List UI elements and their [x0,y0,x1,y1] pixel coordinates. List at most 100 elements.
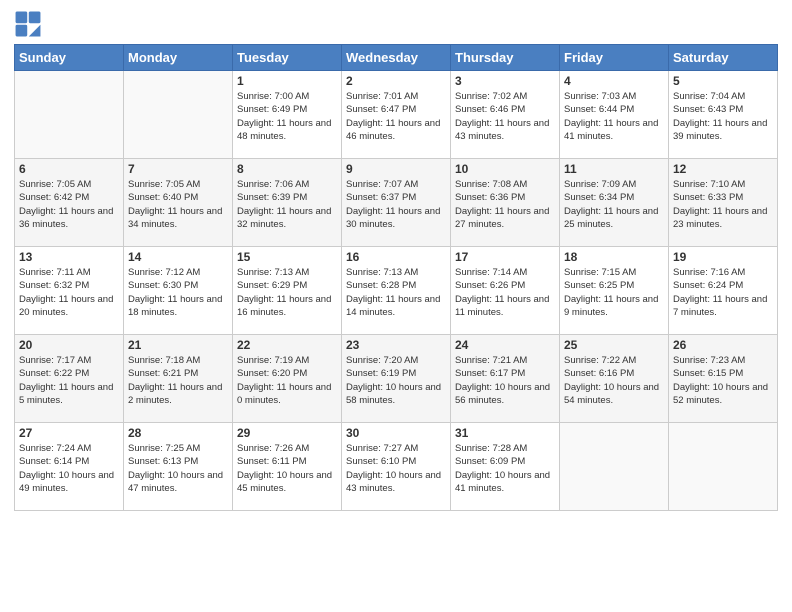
day-number: 1 [237,74,337,88]
day-info: Sunrise: 7:13 AM Sunset: 6:29 PM Dayligh… [237,266,337,319]
day-cell: 21Sunrise: 7:18 AM Sunset: 6:21 PM Dayli… [124,335,233,423]
day-info: Sunrise: 7:22 AM Sunset: 6:16 PM Dayligh… [564,354,664,407]
day-info: Sunrise: 7:26 AM Sunset: 6:11 PM Dayligh… [237,442,337,495]
day-number: 17 [455,250,555,264]
calendar-body: 1 Sunrise: 7:00 AM Sunset: 6:49 PM Daylig… [15,71,778,511]
day-number: 16 [346,250,446,264]
day-cell [669,423,778,511]
day-cell: 29Sunrise: 7:26 AM Sunset: 6:11 PM Dayli… [233,423,342,511]
day-info: Sunrise: 7:21 AM Sunset: 6:17 PM Dayligh… [455,354,555,407]
day-info: Sunrise: 7:05 AM Sunset: 6:42 PM Dayligh… [19,178,119,231]
day-info: Sunrise: 7:05 AM Sunset: 6:40 PM Dayligh… [128,178,228,231]
day-info: Sunrise: 7:11 AM Sunset: 6:32 PM Dayligh… [19,266,119,319]
day-number: 25 [564,338,664,352]
week-row-4: 20 Sunrise: 7:17 AM Sunset: 6:22 PM Dayli… [15,335,778,423]
day-cell: 23Sunrise: 7:20 AM Sunset: 6:19 PM Dayli… [342,335,451,423]
weekday-saturday: Saturday [669,45,778,71]
day-cell: 8Sunrise: 7:06 AM Sunset: 6:39 PM Daylig… [233,159,342,247]
day-number: 5 [673,74,773,88]
weekday-monday: Monday [124,45,233,71]
weekday-tuesday: Tuesday [233,45,342,71]
page: SundayMondayTuesdayWednesdayThursdayFrid… [0,0,792,612]
day-info: Sunrise: 7:24 AM Sunset: 6:14 PM Dayligh… [19,442,119,495]
weekday-sunday: Sunday [15,45,124,71]
day-info: Sunrise: 7:14 AM Sunset: 6:26 PM Dayligh… [455,266,555,319]
week-row-3: 13 Sunrise: 7:11 AM Sunset: 6:32 PM Dayli… [15,247,778,335]
day-cell: 9 Sunrise: 7:07 AM Sunset: 6:37 PM Daylig… [342,159,451,247]
day-cell: 15Sunrise: 7:13 AM Sunset: 6:29 PM Dayli… [233,247,342,335]
weekday-friday: Friday [560,45,669,71]
day-cell: 13 Sunrise: 7:11 AM Sunset: 6:32 PM Dayli… [15,247,124,335]
day-cell: 20 Sunrise: 7:17 AM Sunset: 6:22 PM Dayli… [15,335,124,423]
day-info: Sunrise: 7:23 AM Sunset: 6:15 PM Dayligh… [673,354,773,407]
day-number: 18 [564,250,664,264]
day-cell: 17 Sunrise: 7:14 AM Sunset: 6:26 PM Dayli… [451,247,560,335]
day-cell: 18 Sunrise: 7:15 AM Sunset: 6:25 PM Dayli… [560,247,669,335]
day-number: 6 [19,162,119,176]
day-number: 3 [455,74,555,88]
day-info: Sunrise: 7:02 AM Sunset: 6:46 PM Dayligh… [455,90,555,143]
day-cell: 28 Sunrise: 7:25 AM Sunset: 6:13 PM Dayli… [124,423,233,511]
day-cell: 25 Sunrise: 7:22 AM Sunset: 6:16 PM Dayli… [560,335,669,423]
day-number: 22 [237,338,337,352]
logo [14,10,46,38]
week-row-5: 27 Sunrise: 7:24 AM Sunset: 6:14 PM Dayli… [15,423,778,511]
day-info: Sunrise: 7:15 AM Sunset: 6:25 PM Dayligh… [564,266,664,319]
day-number: 30 [346,426,446,440]
day-number: 28 [128,426,228,440]
day-number: 27 [19,426,119,440]
day-number: 12 [673,162,773,176]
day-cell: 14 Sunrise: 7:12 AM Sunset: 6:30 PM Dayli… [124,247,233,335]
day-number: 14 [128,250,228,264]
day-number: 26 [673,338,773,352]
day-info: Sunrise: 7:20 AM Sunset: 6:19 PM Dayligh… [346,354,446,407]
day-cell: 10 Sunrise: 7:08 AM Sunset: 6:36 PM Dayli… [451,159,560,247]
day-info: Sunrise: 7:03 AM Sunset: 6:44 PM Dayligh… [564,90,664,143]
day-info: Sunrise: 7:01 AM Sunset: 6:47 PM Dayligh… [346,90,446,143]
day-info: Sunrise: 7:00 AM Sunset: 6:49 PM Dayligh… [237,90,337,143]
day-number: 10 [455,162,555,176]
week-row-2: 6 Sunrise: 7:05 AM Sunset: 6:42 PM Daylig… [15,159,778,247]
day-info: Sunrise: 7:09 AM Sunset: 6:34 PM Dayligh… [564,178,664,231]
day-number: 20 [19,338,119,352]
day-cell: 27 Sunrise: 7:24 AM Sunset: 6:14 PM Dayli… [15,423,124,511]
day-cell: 2 Sunrise: 7:01 AM Sunset: 6:47 PM Daylig… [342,71,451,159]
weekday-thursday: Thursday [451,45,560,71]
day-info: Sunrise: 7:19 AM Sunset: 6:20 PM Dayligh… [237,354,337,407]
day-cell: 26 Sunrise: 7:23 AM Sunset: 6:15 PM Dayli… [669,335,778,423]
day-cell: 22 Sunrise: 7:19 AM Sunset: 6:20 PM Dayli… [233,335,342,423]
day-info: Sunrise: 7:12 AM Sunset: 6:30 PM Dayligh… [128,266,228,319]
day-number: 31 [455,426,555,440]
day-info: Sunrise: 7:28 AM Sunset: 6:09 PM Dayligh… [455,442,555,495]
logo-icon [14,10,42,38]
day-number: 19 [673,250,773,264]
day-number: 4 [564,74,664,88]
day-number: 13 [19,250,119,264]
day-info: Sunrise: 7:16 AM Sunset: 6:24 PM Dayligh… [673,266,773,319]
day-cell: 12 Sunrise: 7:10 AM Sunset: 6:33 PM Dayli… [669,159,778,247]
day-cell: 24 Sunrise: 7:21 AM Sunset: 6:17 PM Dayli… [451,335,560,423]
day-number: 2 [346,74,446,88]
calendar: SundayMondayTuesdayWednesdayThursdayFrid… [14,44,778,511]
day-number: 8 [237,162,337,176]
day-info: Sunrise: 7:25 AM Sunset: 6:13 PM Dayligh… [128,442,228,495]
header [14,10,778,38]
day-cell: 7 Sunrise: 7:05 AM Sunset: 6:40 PM Daylig… [124,159,233,247]
day-cell: 4 Sunrise: 7:03 AM Sunset: 6:44 PM Daylig… [560,71,669,159]
calendar-header: SundayMondayTuesdayWednesdayThursdayFrid… [15,45,778,71]
day-info: Sunrise: 7:08 AM Sunset: 6:36 PM Dayligh… [455,178,555,231]
day-cell: 19 Sunrise: 7:16 AM Sunset: 6:24 PM Dayli… [669,247,778,335]
day-info: Sunrise: 7:10 AM Sunset: 6:33 PM Dayligh… [673,178,773,231]
day-number: 21 [128,338,228,352]
day-cell: 11 Sunrise: 7:09 AM Sunset: 6:34 PM Dayli… [560,159,669,247]
day-cell: 1 Sunrise: 7:00 AM Sunset: 6:49 PM Daylig… [233,71,342,159]
day-info: Sunrise: 7:13 AM Sunset: 6:28 PM Dayligh… [346,266,446,319]
day-number: 24 [455,338,555,352]
day-cell [560,423,669,511]
day-info: Sunrise: 7:07 AM Sunset: 6:37 PM Dayligh… [346,178,446,231]
day-number: 11 [564,162,664,176]
day-cell: 6 Sunrise: 7:05 AM Sunset: 6:42 PM Daylig… [15,159,124,247]
day-info: Sunrise: 7:17 AM Sunset: 6:22 PM Dayligh… [19,354,119,407]
day-number: 9 [346,162,446,176]
day-number: 7 [128,162,228,176]
